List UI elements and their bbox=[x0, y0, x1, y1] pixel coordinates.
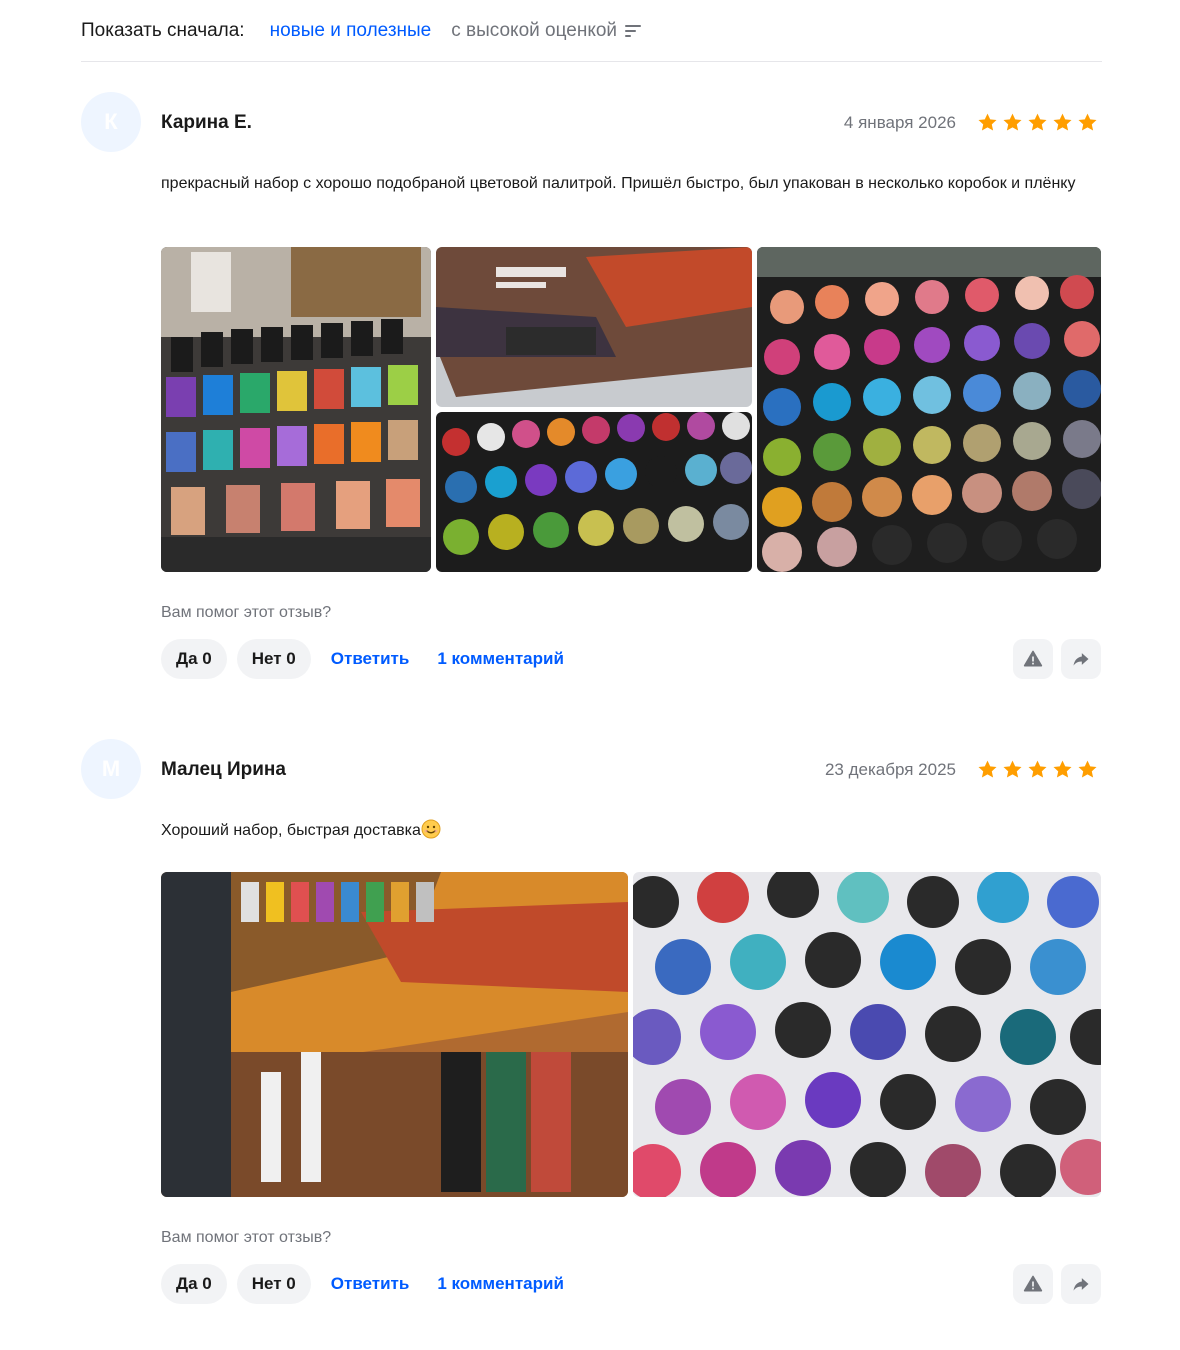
avatar[interactable]: М bbox=[81, 739, 141, 799]
reply-link[interactable]: Ответить bbox=[331, 1274, 410, 1294]
vote-yes-button[interactable]: Да 0 bbox=[161, 639, 227, 679]
star-icon bbox=[1078, 113, 1097, 131]
star-icon bbox=[1003, 760, 1022, 778]
vote-no-button[interactable]: Нет 0 bbox=[236, 639, 311, 679]
share-button[interactable] bbox=[1061, 639, 1101, 679]
avatar[interactable]: К bbox=[81, 92, 141, 152]
star-icon bbox=[1028, 113, 1047, 131]
review-author[interactable]: Малец Ирина bbox=[161, 759, 286, 781]
sort-label: Показать сначала: bbox=[81, 19, 245, 41]
review-text-content: Хороший набор, быстрая доставка bbox=[161, 822, 421, 839]
vote-yes-button[interactable]: Да 0 bbox=[161, 1264, 227, 1304]
share-arrow-icon bbox=[1073, 1278, 1089, 1291]
review-date: 23 декабря 2025 bbox=[824, 760, 956, 779]
sort-lines-icon bbox=[625, 24, 642, 38]
star-icon bbox=[1003, 113, 1022, 131]
review-author[interactable]: Карина Е. bbox=[161, 112, 252, 134]
review-photo[interactable] bbox=[161, 872, 628, 1197]
warning-icon bbox=[1023, 650, 1043, 667]
review-actions: Да 0 Нет 0 Ответить 1 комментарий bbox=[161, 1264, 582, 1304]
reply-link[interactable]: Ответить bbox=[331, 649, 410, 669]
review-photo[interactable] bbox=[436, 412, 752, 572]
helpful-prompt: Вам помог этот отзыв? bbox=[161, 1229, 332, 1246]
star-icon bbox=[1028, 760, 1047, 778]
review-photo[interactable] bbox=[633, 872, 1101, 1197]
vote-no-button[interactable]: Нет 0 bbox=[236, 1264, 311, 1304]
rating-stars bbox=[977, 759, 1098, 780]
share-button[interactable] bbox=[1061, 1264, 1101, 1304]
review-photo[interactable] bbox=[436, 247, 752, 407]
star-icon bbox=[978, 760, 997, 778]
review-text: прекрасный набор с хорошо подобраной цве… bbox=[161, 175, 1076, 192]
review-photo[interactable] bbox=[757, 247, 1101, 572]
warning-icon bbox=[1023, 1275, 1043, 1292]
star-icon bbox=[1078, 760, 1097, 778]
review-photo[interactable] bbox=[161, 247, 431, 572]
sort-option-high-rating[interactable]: с высокой оценкой bbox=[451, 19, 642, 42]
sort-option-label: с высокой оценкой bbox=[451, 19, 618, 41]
star-icon bbox=[1053, 113, 1072, 131]
review-date: 4 января 2026 bbox=[843, 113, 956, 132]
star-icon bbox=[978, 113, 997, 131]
rating-stars bbox=[977, 112, 1098, 133]
share-arrow-icon bbox=[1073, 653, 1089, 666]
review-text: Хороший набор, быстрая доставка bbox=[161, 819, 1091, 842]
comments-link[interactable]: 1 комментарий bbox=[437, 649, 564, 669]
report-button[interactable] bbox=[1013, 1264, 1053, 1304]
helpful-prompt: Вам помог этот отзыв? bbox=[161, 604, 332, 621]
star-icon bbox=[1053, 760, 1072, 778]
smiling-face-emoji bbox=[421, 819, 441, 839]
report-button[interactable] bbox=[1013, 639, 1053, 679]
comments-link[interactable]: 1 комментарий bbox=[437, 1274, 564, 1294]
sort-option-new-useful[interactable]: новые и полезные bbox=[270, 20, 432, 42]
review-actions: Да 0 Нет 0 Ответить 1 комментарий bbox=[161, 639, 582, 679]
sort-bar: Показать сначала: новые и полезные с выс… bbox=[81, 0, 1102, 62]
